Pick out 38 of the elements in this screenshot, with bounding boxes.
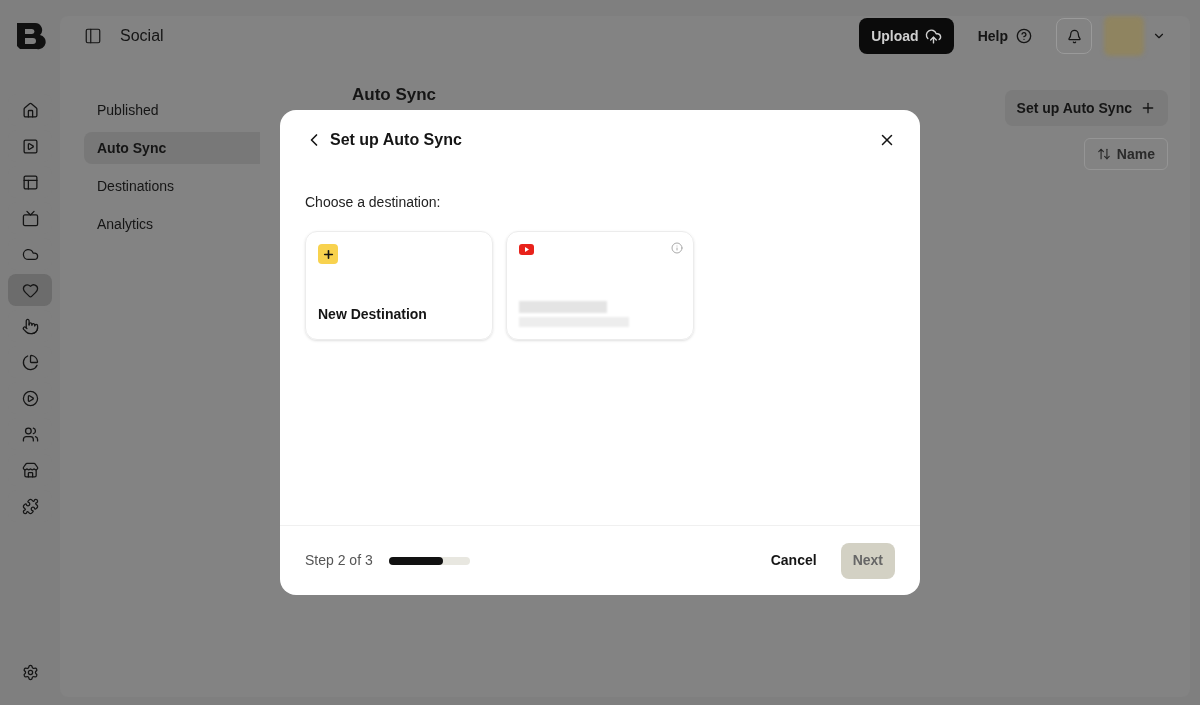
subnav-item[interactable]: Destinations bbox=[84, 170, 260, 202]
nav-button[interactable] bbox=[8, 274, 52, 306]
plus-icon bbox=[1140, 100, 1156, 116]
prompt-text: Choose a destination: bbox=[305, 193, 441, 212]
subnav-item[interactable]: Auto Sync bbox=[84, 132, 260, 164]
new-destination-card[interactable]: New Destination bbox=[305, 231, 493, 340]
setup-auto-sync-button[interactable]: Set up Auto Sync bbox=[1004, 90, 1168, 126]
play-icon bbox=[21, 389, 39, 407]
modal-title: Set up Auto Sync bbox=[330, 130, 462, 150]
users-icon bbox=[21, 425, 39, 443]
page-heading: Auto Sync bbox=[352, 84, 437, 106]
layout-icon bbox=[21, 173, 39, 191]
video-icon bbox=[21, 137, 39, 155]
upload-icon bbox=[924, 27, 942, 45]
pie-chart-icon bbox=[21, 353, 39, 371]
home-icon bbox=[21, 101, 39, 119]
settings-icon[interactable] bbox=[21, 664, 39, 681]
bell-icon bbox=[1066, 28, 1082, 44]
sidebar-toggle-icon[interactable] bbox=[84, 27, 102, 45]
video-platform-icon bbox=[519, 244, 534, 255]
help-icon bbox=[1016, 28, 1032, 44]
cancel-button[interactable]: Cancel bbox=[762, 542, 825, 579]
help-button[interactable]: Help bbox=[977, 25, 1032, 47]
pointer-icon bbox=[21, 317, 39, 335]
tv-icon bbox=[21, 209, 39, 227]
heart-icon bbox=[21, 281, 39, 299]
step-label: Step 2 of 3 bbox=[305, 551, 373, 570]
notifications-button[interactable] bbox=[1056, 18, 1092, 54]
store-icon bbox=[21, 461, 39, 479]
upload-button[interactable]: Upload bbox=[859, 18, 954, 54]
page-title: Social bbox=[120, 26, 164, 46]
plus-icon bbox=[318, 244, 338, 264]
sort-icon bbox=[1096, 147, 1111, 161]
subnav-item[interactable]: Analytics bbox=[84, 208, 260, 240]
sort-button[interactable]: Name bbox=[1083, 138, 1168, 170]
logo-icon bbox=[14, 20, 46, 52]
puzzle-icon bbox=[21, 497, 39, 515]
subnav-item[interactable]: Published bbox=[84, 94, 260, 126]
